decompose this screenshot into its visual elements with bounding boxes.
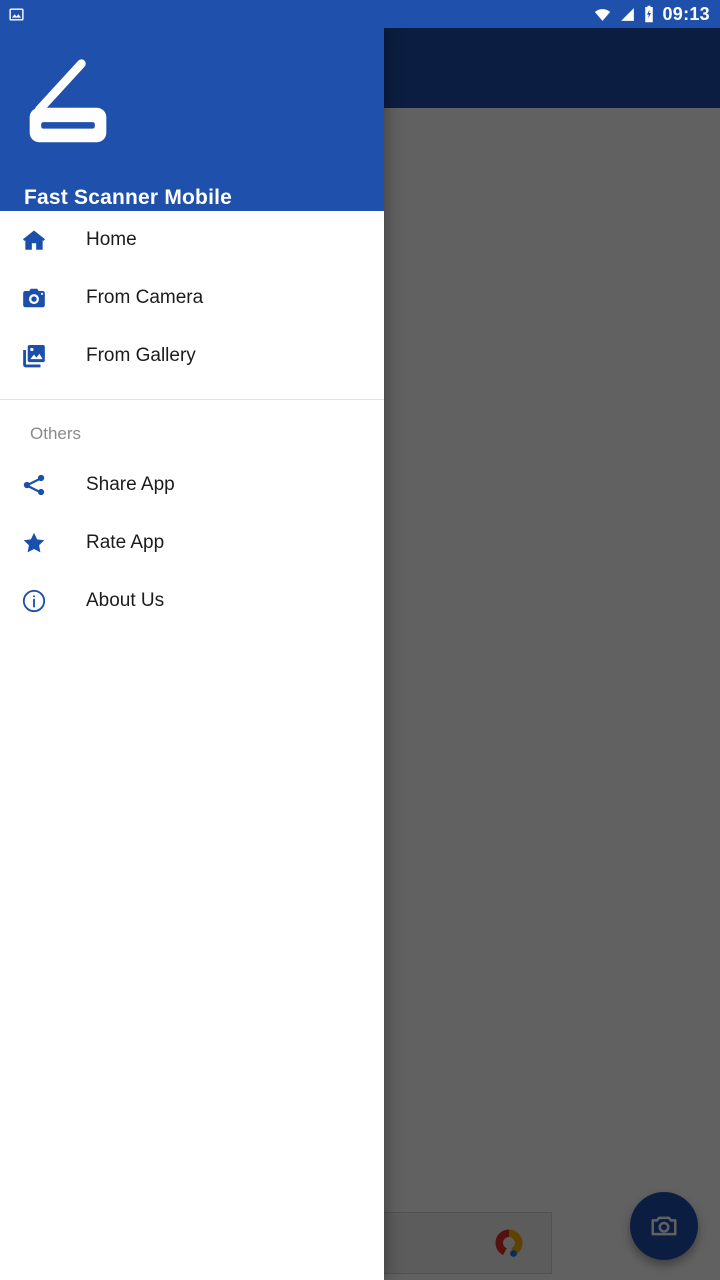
drawer-section-title: Others xyxy=(30,424,82,443)
image-notification-icon xyxy=(8,6,25,23)
navigation-drawer: Fast Scanner Mobile Home From Camera Fro… xyxy=(0,28,384,1280)
drawer-primary-list: Home From Camera From Gallery xyxy=(0,211,384,385)
info-circle-icon xyxy=(20,587,48,615)
drawer-item-label: Share App xyxy=(86,474,175,495)
scanner-icon xyxy=(22,56,114,148)
app-screen: Fast Scanner Mobile 320x50 test ad. xyxy=(0,0,720,1280)
drawer-header: Fast Scanner Mobile xyxy=(0,28,384,211)
status-bar: 09:13 xyxy=(0,0,720,28)
drawer-item-label: Rate App xyxy=(86,532,165,553)
wifi-icon xyxy=(593,6,612,23)
status-bar-system-icons: 09:13 xyxy=(593,5,710,23)
status-bar-clock: 09:13 xyxy=(662,4,710,24)
cell-signal-icon xyxy=(619,6,636,23)
drawer-item-home[interactable]: Home xyxy=(0,211,384,269)
camera-icon xyxy=(20,284,48,312)
drawer-item-from-camera[interactable]: From Camera xyxy=(0,269,384,327)
battery-charging-icon xyxy=(643,5,655,23)
drawer-item-label: About Us xyxy=(86,590,165,611)
drawer-item-label: From Gallery xyxy=(86,345,196,366)
drawer-item-label: From Camera xyxy=(86,287,204,308)
home-icon xyxy=(20,226,48,254)
status-bar-notifications xyxy=(8,6,25,23)
photo-library-icon xyxy=(20,342,48,370)
star-icon xyxy=(20,529,48,557)
drawer-item-about-us[interactable]: About Us xyxy=(0,572,384,630)
share-icon xyxy=(20,471,48,499)
drawer-app-name: Fast Scanner Mobile xyxy=(24,186,233,209)
drawer-item-from-gallery[interactable]: From Gallery xyxy=(0,327,384,385)
drawer-item-label: Home xyxy=(86,229,137,250)
drawer-item-share-app[interactable]: Share App xyxy=(0,456,384,514)
drawer-secondary-list: Share App Rate App About Us xyxy=(0,456,384,630)
drawer-item-rate-app[interactable]: Rate App xyxy=(0,514,384,572)
